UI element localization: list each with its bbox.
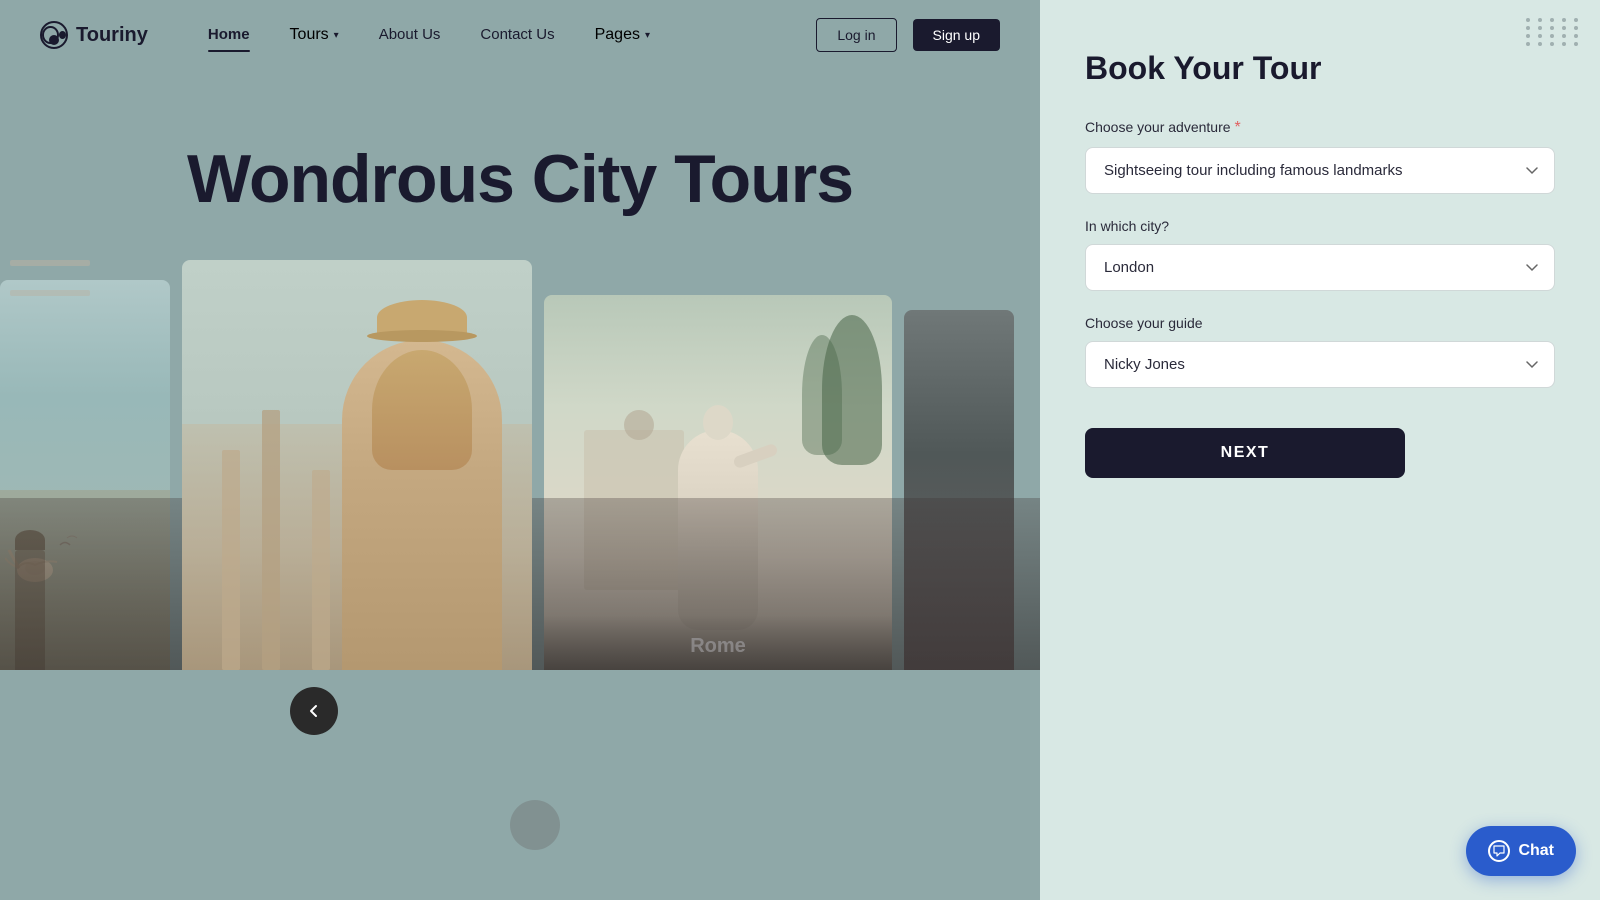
slider-dot[interactable] <box>510 800 560 850</box>
nav-item-home[interactable]: Home <box>208 26 250 44</box>
building-dome <box>624 410 654 440</box>
guide-label: Choose your guide <box>1085 315 1555 331</box>
booking-panel: // Generate 20 dots (4x5 grid) for(let i… <box>1040 0 1600 900</box>
tours-chevron-icon: ▾ <box>334 30 339 41</box>
column-1 <box>222 450 240 670</box>
nav-item-about[interactable]: About Us <box>379 26 441 44</box>
adventure-select[interactable]: Sightseeing tour including famous landma… <box>1085 147 1555 194</box>
nav-link-contact[interactable]: Contact Us <box>480 26 554 43</box>
nav-link-pages[interactable]: Pages ▾ <box>595 26 650 44</box>
logo[interactable]: Touriny <box>40 21 148 49</box>
next-button[interactable]: NEXT <box>1085 428 1405 478</box>
panel-title: Book Your Tour <box>1085 50 1555 87</box>
nav-active-indicator <box>208 50 250 53</box>
city-label: In which city? <box>1085 218 1555 234</box>
photo4-overlay <box>904 498 1014 670</box>
login-button[interactable]: Log in <box>816 18 896 52</box>
dot-item <box>1574 42 1578 46</box>
adventure-form-group: Choose your adventure * Sightseeing tour… <box>1085 119 1555 194</box>
dots-pattern: // Generate 20 dots (4x5 grid) for(let i… <box>1526 18 1582 46</box>
statue-head <box>703 405 733 440</box>
dot-item <box>1550 26 1554 30</box>
dot-item <box>1574 34 1578 38</box>
chat-icon <box>1488 840 1510 862</box>
navbar: Touriny Home Tours ▾ About Us Contact Us <box>0 0 1040 70</box>
dot-item <box>1538 18 1542 22</box>
dot-item <box>1562 34 1566 38</box>
hero-title: Wondrous City Tours <box>187 140 853 218</box>
required-indicator: * <box>1234 119 1240 136</box>
nav-item-pages[interactable]: Pages ▾ <box>595 26 650 44</box>
dot-item <box>1526 26 1530 30</box>
dot-item <box>1550 18 1554 22</box>
signup-button[interactable]: Sign up <box>913 19 1000 51</box>
tree-2 <box>802 335 842 455</box>
column-3 <box>312 470 330 670</box>
dot-item <box>1526 42 1530 46</box>
dot-item <box>1574 18 1578 22</box>
nav-link-about[interactable]: About Us <box>379 26 441 43</box>
statue-arm <box>732 443 778 470</box>
nav-link-tours[interactable]: Tours ▾ <box>290 26 339 44</box>
nav-item-contact[interactable]: Contact Us <box>480 26 554 44</box>
gallery-photo-4 <box>904 310 1014 670</box>
dot-item <box>1574 26 1578 30</box>
nav-links: Home Tours ▾ About Us Contact Us Pages ▾ <box>208 26 650 44</box>
logo-icon <box>40 21 68 49</box>
chat-label: Chat <box>1518 842 1554 860</box>
back-button[interactable] <box>290 687 338 735</box>
main-background: Touriny Home Tours ▾ About Us Contact Us <box>0 0 1040 900</box>
dot-item <box>1562 18 1566 22</box>
logo-text: Touriny <box>76 24 148 47</box>
dot-item <box>1538 42 1542 46</box>
nav-link-home[interactable]: Home <box>208 26 250 43</box>
dot-item <box>1562 26 1566 30</box>
pages-chevron-icon: ▾ <box>645 30 650 41</box>
guide-select[interactable]: Nicky Jones John Smith Maria Garcia <box>1085 341 1555 388</box>
guide-form-group: Choose your guide Nicky Jones John Smith… <box>1085 315 1555 388</box>
city-form-group: In which city? London Rome Paris Barcelo… <box>1085 218 1555 291</box>
adventure-label: Choose your adventure * <box>1085 119 1555 137</box>
photo-2-inner <box>182 260 532 670</box>
hat-brim <box>367 330 477 342</box>
column-2 <box>262 410 280 670</box>
nav-right: Log in Sign up <box>816 18 1000 52</box>
gallery-photo-2 <box>182 260 532 670</box>
dot-item <box>1538 34 1542 38</box>
dot-item <box>1550 34 1554 38</box>
photo-4-inner <box>904 310 1014 670</box>
dot-item <box>1526 34 1530 38</box>
person-silhouette <box>342 340 502 670</box>
dot-item <box>1538 26 1542 30</box>
message-icon <box>1493 845 1505 857</box>
nav-item-tours[interactable]: Tours ▾ <box>290 26 339 44</box>
dot-item <box>1526 18 1530 22</box>
chat-button[interactable]: Chat <box>1466 826 1576 876</box>
dot-item <box>1550 42 1554 46</box>
dot-item <box>1562 42 1566 46</box>
photo-gallery: Rome <box>0 240 1040 670</box>
city-select[interactable]: London Rome Paris Barcelona <box>1085 244 1555 291</box>
hair <box>372 350 472 470</box>
arrow-left-icon <box>306 703 322 719</box>
